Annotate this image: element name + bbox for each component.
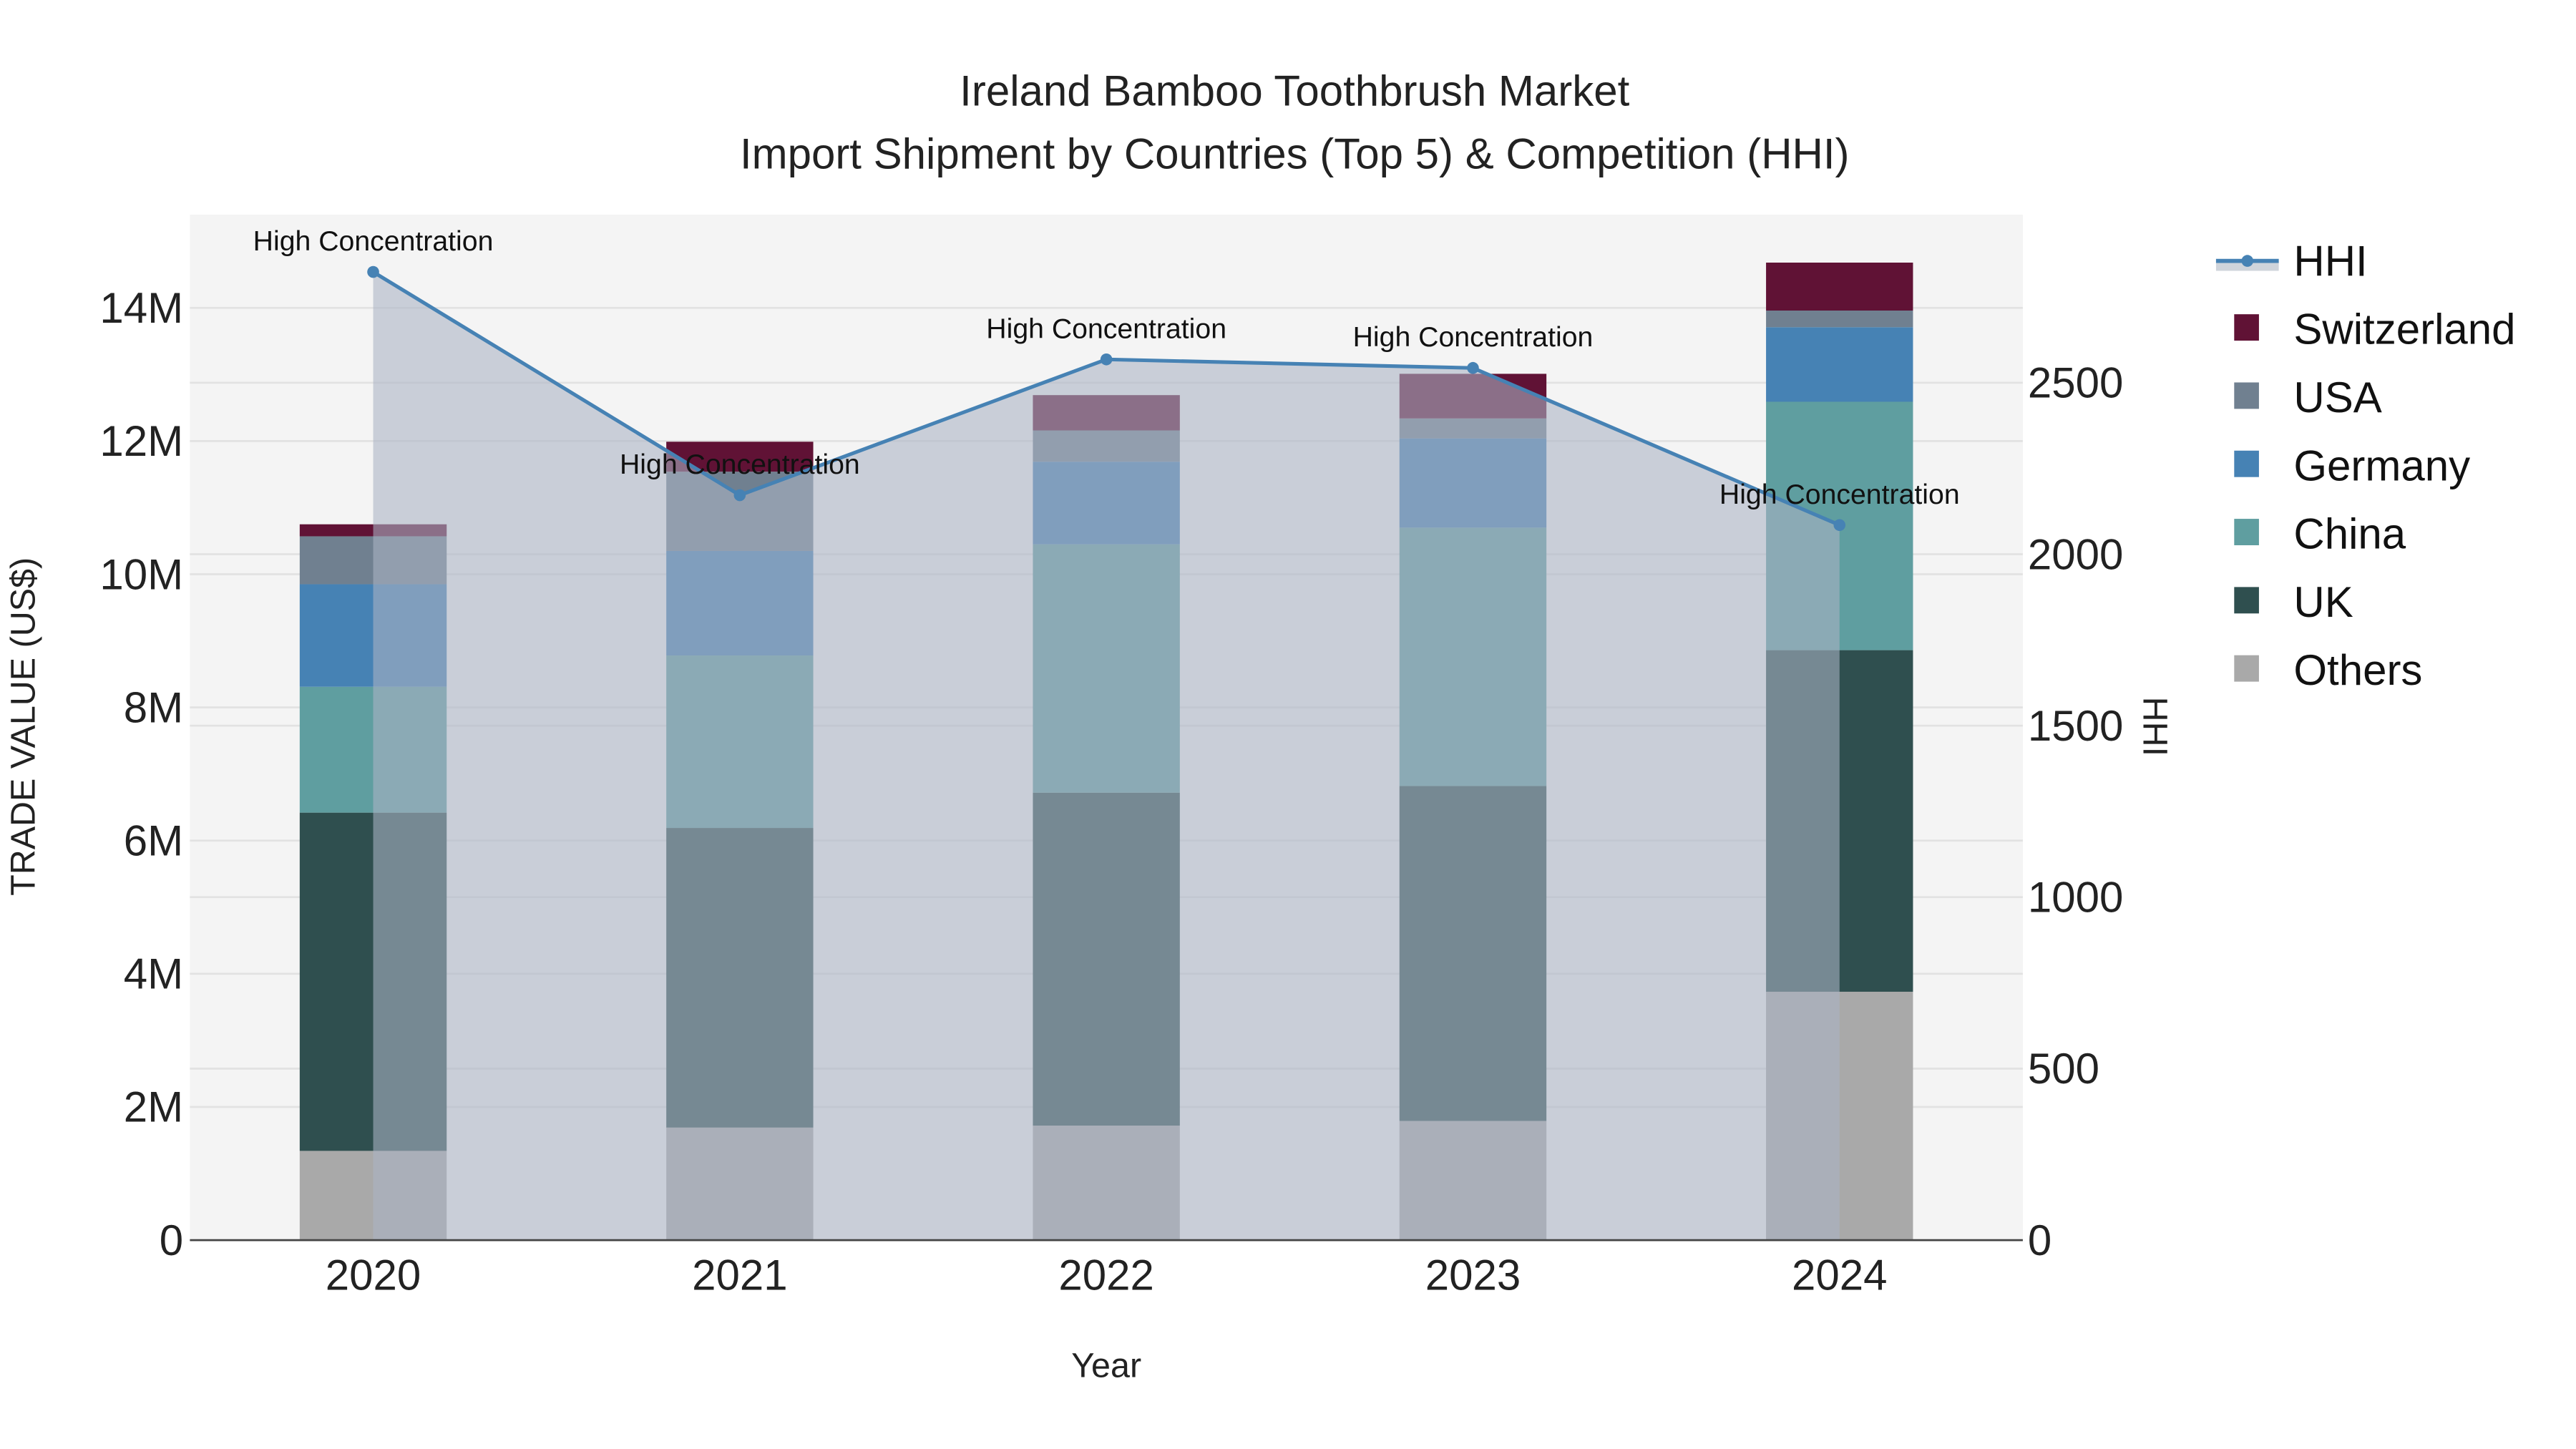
legend-label: Others — [2293, 646, 2422, 694]
chart-title: Ireland Bamboo Toothbrush Market — [960, 67, 1629, 115]
hhi-point-2024 — [1833, 519, 1846, 532]
y2-tick-label: 500 — [2028, 1045, 2099, 1093]
chart-subtitle: Import Shipment by Countries (Top 5) & C… — [740, 130, 1850, 177]
legend-swatch — [2234, 382, 2259, 409]
y2-tick-label: 1000 — [2028, 874, 2123, 922]
x-tick-label: 2021 — [692, 1251, 787, 1299]
y-tick-label: 12M — [99, 417, 183, 465]
legend-label: UK — [2293, 578, 2353, 626]
legend-swatch — [2234, 450, 2259, 477]
legend-label: Germany — [2293, 441, 2470, 489]
bar-switzerland-2024 — [1766, 263, 1913, 311]
y-tick-label: 10M — [99, 550, 183, 598]
x-tick-label: 2020 — [326, 1251, 421, 1299]
y-tick-label: 2M — [124, 1083, 183, 1131]
x-tick-label: 2024 — [1792, 1251, 1887, 1299]
hhi-annotation: High Concentration — [1719, 479, 1960, 510]
hhi-point-2022 — [1100, 353, 1113, 366]
x-axis-title: Year — [1071, 1347, 1141, 1385]
legend-swatch — [2234, 519, 2259, 545]
y-tick-label: 6M — [124, 817, 183, 865]
hhi-point-2020 — [367, 265, 379, 278]
hhi-point-2021 — [733, 489, 746, 502]
legend-swatch — [2234, 587, 2259, 614]
y-axis-title: TRADE VALUE (US$) — [4, 557, 42, 896]
y2-tick-label: 1500 — [2028, 702, 2123, 750]
legend-label: China — [2293, 510, 2406, 558]
legend-label: USA — [2293, 374, 2381, 421]
bar-germany-2024 — [1766, 327, 1913, 402]
y2-tick-label: 2500 — [2028, 359, 2123, 407]
hhi-annotation: High Concentration — [986, 313, 1226, 344]
legend-swatch — [2234, 314, 2259, 341]
y-tick-label: 4M — [124, 950, 183, 998]
hhi-point-2023 — [1467, 361, 1479, 374]
legend-hhi-marker — [2241, 255, 2254, 267]
hhi-annotation: High Concentration — [253, 225, 494, 257]
chart: High Concentration High Concentration High… — [0, 0, 2576, 1449]
bar-usa-2024 — [1766, 311, 1913, 328]
legend-swatch — [2234, 655, 2259, 682]
x-tick-label: 2022 — [1058, 1251, 1153, 1299]
legend-label: Switzerland — [2293, 306, 2515, 353]
y2-tick-label: 2000 — [2028, 530, 2123, 578]
y-tick-label: 14M — [99, 284, 183, 332]
y-tick-label: 8M — [124, 683, 183, 731]
x-tick-label: 2023 — [1425, 1251, 1521, 1299]
hhi-annotation: High Concentration — [1353, 321, 1594, 353]
legend-label: HHI — [2293, 237, 2367, 285]
y-tick-label: 0 — [160, 1216, 183, 1264]
y2-tick-label: 0 — [2028, 1216, 2051, 1264]
hhi-annotation: High Concentration — [620, 449, 860, 480]
y2-axis-title: HHI — [2135, 697, 2174, 756]
